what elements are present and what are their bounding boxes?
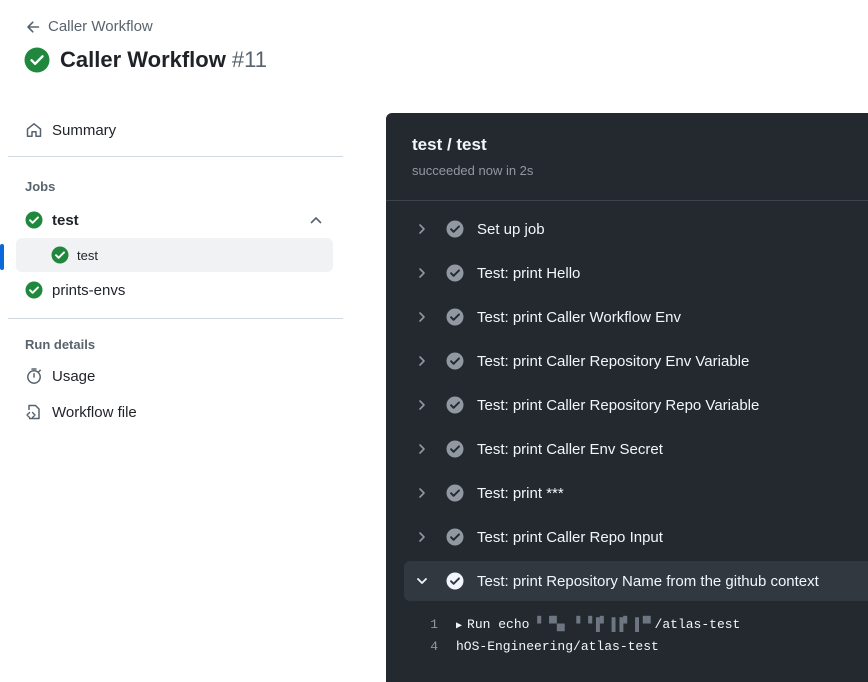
step-list: Set up job Test: print Hello Test: print… <box>386 201 868 657</box>
back-link[interactable]: Caller Workflow <box>25 18 153 35</box>
chevron-right-icon <box>416 531 428 543</box>
chevron-right-icon <box>416 223 428 235</box>
job-prints-envs[interactable]: prints-envs <box>8 272 343 308</box>
step-label: Test: print Caller Env Secret <box>477 440 663 458</box>
chevron-up-icon[interactable] <box>309 213 323 227</box>
chevron-right-icon <box>416 487 428 499</box>
success-check-icon <box>24 47 50 73</box>
workflow-title: Caller Workflow <box>60 47 226 72</box>
panel-title: test / test <box>412 135 487 154</box>
step-success-icon <box>446 220 464 238</box>
sidebar: Summary Jobs test test prints-envs Run d… <box>8 110 343 430</box>
chevron-right-icon <box>416 267 428 279</box>
log-line-number[interactable]: 1 <box>386 617 456 632</box>
step-success-icon <box>446 440 464 458</box>
step-success-icon <box>446 484 464 502</box>
job-label: test <box>52 211 79 229</box>
log-line-text: hOS-Engineering/atlas-test <box>456 638 659 654</box>
chevron-down-icon <box>416 575 428 587</box>
step-success-icon <box>446 264 464 282</box>
step-success-icon <box>446 352 464 370</box>
step-label: Test: print Hello <box>477 264 581 282</box>
chevron-right-icon <box>416 311 428 323</box>
step-success-icon <box>446 528 464 546</box>
run-number: #11 <box>231 47 267 72</box>
page-title: Caller Workflow #11 <box>24 47 267 73</box>
sidebar-item-label: Workflow file <box>52 403 137 421</box>
redacted-text: ▘▝▚▖ <box>537 616 569 632</box>
step-label: Test: print Caller Workflow Env <box>477 308 681 326</box>
step-label: Test: print *** <box>477 484 564 502</box>
stopwatch-icon <box>25 367 43 385</box>
back-link-label: Caller Workflow <box>48 18 153 35</box>
step-row[interactable]: Test: print Caller Repository Repo Varia… <box>386 383 868 427</box>
log-line[interactable]: 1 ▶ Run echo ▘▝▚▖ ▘▝▐▘▐▐▘▐▝▘/atlas-test <box>386 613 868 635</box>
step-row[interactable]: Test: print Caller Workflow Env <box>386 295 868 339</box>
sidebar-item-workflow-file[interactable]: Workflow file <box>8 394 343 430</box>
success-check-icon <box>25 281 43 299</box>
log-line-number[interactable]: 4 <box>386 639 456 654</box>
step-row[interactable]: Test: print Hello <box>386 251 868 295</box>
step-row[interactable]: Test: print Caller Repository Env Variab… <box>386 339 868 383</box>
job-log-panel: test / test succeeded now in 2s Set up j… <box>386 113 868 682</box>
file-code-icon <box>25 403 43 421</box>
chevron-right-icon <box>416 355 428 367</box>
sidebar-item-summary[interactable]: Summary <box>8 110 343 150</box>
chevron-right-icon <box>416 443 428 455</box>
active-job-indicator <box>0 244 4 270</box>
success-check-icon <box>25 211 43 229</box>
arrow-left-icon <box>27 20 40 33</box>
log-line-text: ▶ Run echo ▘▝▚▖ ▘▝▐▘▐▐▘▐▝▘/atlas-test <box>456 616 741 632</box>
jobs-heading: Jobs <box>25 179 56 194</box>
step-label: Test: print Caller Repo Input <box>477 528 663 546</box>
sidebar-item-usage[interactable]: Usage <box>8 358 343 394</box>
step-label: Test: print Caller Repository Repo Varia… <box>477 396 760 414</box>
job-label: prints-envs <box>52 281 126 299</box>
log-line[interactable]: 4 hOS-Engineering/atlas-test <box>386 635 868 657</box>
success-check-icon <box>51 246 69 264</box>
step-success-icon <box>446 308 464 326</box>
panel-status: succeeded now in 2s <box>412 163 534 178</box>
sub-job-label: test <box>77 247 98 263</box>
run-details-heading: Run details <box>25 337 96 352</box>
step-row[interactable]: Test: print Caller Repo Input <box>386 515 868 559</box>
step-row[interactable]: Set up job <box>386 207 868 251</box>
panel-header: test / test succeeded now in 2s <box>386 113 868 201</box>
sidebar-item-label: Summary <box>52 121 117 139</box>
step-success-icon <box>446 572 464 590</box>
step-row-expanded[interactable]: Test: print Repository Name from the git… <box>404 561 868 601</box>
job-test-sub[interactable]: test <box>16 238 333 272</box>
sidebar-item-label: Usage <box>52 367 96 385</box>
triangle-right-icon[interactable]: ▶ <box>456 620 462 632</box>
step-log: 1 ▶ Run echo ▘▝▚▖ ▘▝▐▘▐▐▘▐▝▘/atlas-test 4… <box>386 601 868 657</box>
step-label: Test: print Caller Repository Env Variab… <box>477 352 750 370</box>
step-label: Set up job <box>477 220 545 238</box>
step-label: Test: print Repository Name from the git… <box>477 572 819 590</box>
home-icon <box>25 121 43 139</box>
step-row[interactable]: Test: print Caller Env Secret <box>386 427 868 471</box>
step-row[interactable]: Test: print *** <box>386 471 868 515</box>
step-success-icon <box>446 396 464 414</box>
redacted-text: ▘▝▐▘▐▐▘▐▝▘ <box>576 616 655 632</box>
job-test[interactable]: test <box>8 202 343 238</box>
chevron-right-icon <box>416 399 428 411</box>
